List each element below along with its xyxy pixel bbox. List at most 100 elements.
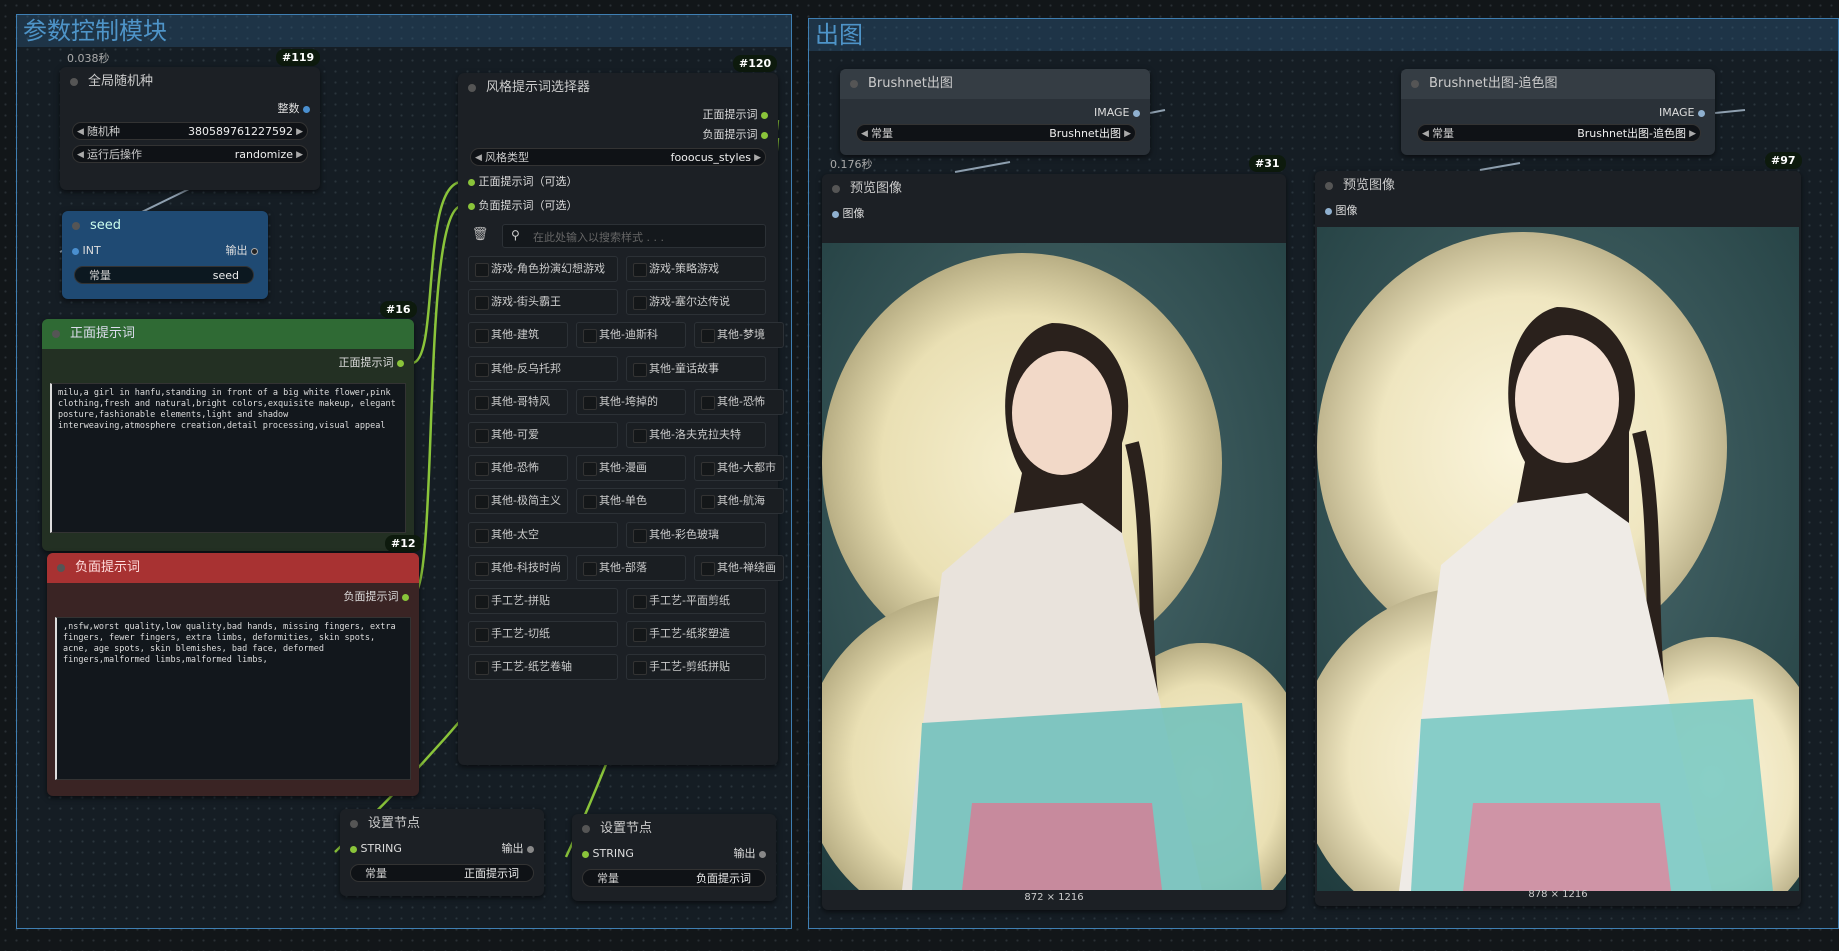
style-option[interactable]: 其他-反乌托邦 [468, 355, 618, 382]
style-option[interactable]: 其他-单色 [576, 488, 686, 515]
input-dot[interactable] [1325, 207, 1332, 215]
style-option[interactable]: 其他-梦境 [694, 322, 784, 349]
input-dot[interactable] [468, 178, 475, 186]
setnode2-widget[interactable]: 常量 负面提示词 [582, 869, 766, 887]
arrow-left-icon[interactable]: ◀ [1422, 125, 1429, 143]
style-option[interactable]: 其他-禅绕画 [694, 554, 784, 581]
arrow-right-icon[interactable]: ▶ [754, 149, 761, 167]
setnode1-w-value: 正面提示词 [464, 867, 519, 880]
style-option[interactable]: 其他-恐怖 [694, 388, 784, 415]
style-option[interactable]: 手工艺-纸艺卷轴 [468, 654, 618, 681]
arrow-left-icon[interactable]: ◀ [475, 149, 482, 167]
node-preview-31[interactable]: 预览图像 图像 872 × 1216 [822, 174, 1286, 910]
preview-image[interactable] [1317, 227, 1799, 891]
brushnet1-w-label: 常量 [871, 127, 893, 140]
seed-widget[interactable]: ◀ 随机种 380589761227592 ▶ [72, 122, 308, 140]
style-option[interactable]: 其他-恐怖 [468, 455, 568, 482]
preview31-time: 0.176秒 [830, 158, 873, 171]
input-dot[interactable] [832, 210, 839, 218]
node-set-negative[interactable]: 设置节点 STRING 输出 常量 负面提示词 [572, 814, 776, 901]
style-option[interactable]: 其他-科技时尚 [468, 554, 568, 581]
node120-in1: 正面提示词（可选） [478, 175, 578, 188]
brushnet2-widget[interactable]: ◀ 常量 Brushnet出图-追色图 ▶ [1417, 124, 1701, 142]
setnode2-w-value: 负面提示词 [696, 872, 751, 885]
style-search-box[interactable]: ⚲ 在此处输入以搜索样式 . . . [502, 224, 766, 248]
node-global-seed[interactable]: 全局随机种 整数 ◀ 随机种 380589761227592 ▶ ◀ 运行后操作… [60, 67, 320, 190]
style-option[interactable]: 手工艺-平面剪纸 [626, 588, 766, 614]
setnode2-out: 输出 [733, 847, 756, 860]
seed-const-widget[interactable]: 常量 seed [74, 266, 254, 284]
style-option[interactable]: 其他-建筑 [468, 322, 568, 349]
input-dot[interactable] [72, 247, 79, 255]
style-type-widget[interactable]: ◀ 风格类型 fooocus_styles ▶ [470, 148, 766, 166]
seed-const-label: 常量 [89, 269, 111, 282]
output-dot[interactable] [1698, 109, 1705, 117]
brushnet1-widget[interactable]: ◀ 常量 Brushnet出图 ▶ [856, 124, 1136, 142]
arrow-left-icon[interactable]: ◀ [77, 123, 84, 141]
style-option[interactable]: 手工艺-纸浆塑造 [626, 621, 766, 648]
style-option[interactable]: 其他-太空 [468, 521, 618, 548]
output-dot[interactable] [759, 850, 766, 858]
style-option[interactable]: 游戏-街头霸王 [468, 289, 618, 316]
style-option[interactable]: 其他-大都市 [694, 455, 784, 482]
node-seed[interactable]: seed INT 输出 常量 seed [62, 211, 268, 299]
brushnet2-w-label: 常量 [1432, 127, 1454, 140]
preview97-badge: #97 [1765, 152, 1802, 169]
style-option[interactable]: 其他-漫画 [576, 455, 686, 482]
output-dot[interactable] [402, 593, 409, 601]
style-option[interactable]: 手工艺-剪纸拼贴 [626, 654, 766, 681]
trash-icon[interactable]: 🗑 [470, 225, 490, 245]
after-run-widget[interactable]: ◀ 运行后操作 randomize ▶ [72, 145, 308, 163]
node-brushnet-color[interactable]: Brushnet出图-追色图 IMAGE ◀ 常量 Brushnet出图-追色图… [1401, 69, 1715, 155]
node120-badge: #120 [733, 55, 778, 72]
style-option[interactable]: 其他-迪斯科 [576, 322, 686, 349]
style-option[interactable]: 其他-彩色玻璃 [626, 521, 766, 548]
negative-prompt-textarea[interactable]: ,nsfw,worst quality,low quality,bad hand… [55, 617, 411, 780]
preview-image[interactable] [822, 243, 1286, 890]
node-set-positive[interactable]: 设置节点 STRING 输出 常量 正面提示词 [340, 809, 544, 896]
preview97-title: 预览图像 [1315, 171, 1801, 201]
style-option[interactable]: 其他-哥特风 [468, 388, 568, 415]
style-option[interactable]: 手工艺-切纸 [468, 621, 618, 648]
input-dot[interactable] [582, 850, 589, 858]
output-dot[interactable] [527, 845, 534, 853]
arrow-right-icon[interactable]: ▶ [1124, 125, 1131, 143]
input-dot[interactable] [350, 845, 357, 853]
setnode1-out: 输出 [501, 842, 524, 855]
node-positive-prompt[interactable]: 正面提示词 正面提示词 milu,a girl in hanfu,standin… [42, 319, 414, 551]
style-option[interactable]: 手工艺-拼贴 [468, 588, 618, 614]
style-option[interactable]: 其他-可爱 [468, 422, 618, 448]
arrow-left-icon[interactable]: ◀ [861, 125, 868, 143]
style-option[interactable]: 其他-垮掉的 [576, 388, 686, 415]
node-brushnet-get[interactable]: Brushnet出图 IMAGE ◀ 常量 Brushnet出图 ▶ [840, 69, 1150, 155]
node-style-selector[interactable]: 风格提示词选择器 正面提示词 负面提示词 ◀ 风格类型 fooocus_styl… [458, 73, 784, 765]
setnode1-widget[interactable]: 常量 正面提示词 [350, 864, 534, 882]
positive-prompt-textarea[interactable]: milu,a girl in hanfu,standing in front o… [50, 383, 406, 533]
arrow-right-icon[interactable]: ▶ [296, 123, 303, 141]
search-icon: ⚲ [511, 228, 520, 242]
seed-widget-value: 380589761227592 [188, 125, 293, 138]
style-option[interactable]: 游戏-角色扮演幻想游戏 [468, 256, 618, 282]
input-dot[interactable] [468, 202, 475, 210]
brushnet1-title: Brushnet出图 [840, 69, 1150, 99]
output-dot[interactable] [251, 247, 258, 255]
style-option[interactable]: 其他-洛夫克拉夫特 [626, 422, 766, 448]
arrow-left-icon[interactable]: ◀ [77, 146, 84, 164]
brushnet2-out: IMAGE [1658, 106, 1695, 119]
style-option[interactable]: 其他-航海 [694, 488, 784, 515]
node-preview-97[interactable]: 预览图像 图像 878 × 1216 [1315, 171, 1801, 906]
output-dot[interactable] [303, 105, 310, 113]
output-dot[interactable] [1133, 109, 1140, 117]
arrow-right-icon[interactable]: ▶ [296, 146, 303, 164]
output-dot[interactable] [761, 131, 768, 139]
arrow-right-icon[interactable]: ▶ [1689, 125, 1696, 143]
output-dot[interactable] [761, 111, 768, 119]
style-option[interactable]: 其他-极简主义 [468, 488, 568, 515]
output-dot[interactable] [397, 359, 404, 367]
style-option[interactable]: 其他-童话故事 [626, 355, 766, 382]
node-negative-prompt[interactable]: 负面提示词 负面提示词 ,nsfw,worst quality,low qual… [47, 553, 419, 796]
node119-time: 0.038秒 [67, 52, 110, 65]
style-option[interactable]: 游戏-塞尔达传说 [626, 289, 766, 316]
style-option[interactable]: 游戏-策略游戏 [626, 256, 766, 282]
style-option[interactable]: 其他-部落 [576, 554, 686, 581]
